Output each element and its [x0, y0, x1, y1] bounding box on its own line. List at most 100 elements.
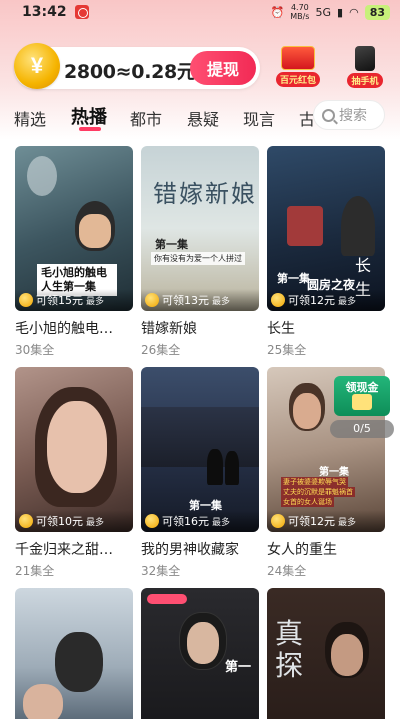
active-tab-indicator: [79, 127, 101, 131]
phone-icon: [355, 46, 375, 71]
drama-poster: 错嫁新娘 第一集 你有没有为爱一个人拼过 可领13元 最多: [141, 146, 259, 311]
coin-icon: ¥: [14, 43, 60, 89]
search-input[interactable]: 搜索: [313, 100, 385, 130]
reward-text: 可领15元: [36, 294, 83, 307]
reward-text: 可领16元: [162, 515, 209, 528]
poster-title-art: 真探: [275, 617, 304, 682]
episode-count: 24集全: [267, 564, 307, 578]
poster-face: [331, 634, 363, 676]
poster-caption: 第一集: [277, 272, 310, 285]
alarm-icon: ⏰: [270, 5, 285, 19]
poster-caption-line: 丈夫的沉默是罪魁祸首: [281, 487, 355, 497]
tab-xuanyi[interactable]: 悬疑: [187, 106, 219, 130]
poster-face: [79, 214, 111, 248]
redpacket-label: 百元红包: [275, 72, 320, 87]
drama-card[interactable]: [15, 588, 133, 719]
net-speed: 4.70 MB/s: [290, 3, 309, 21]
drama-card[interactable]: 第一: [141, 588, 259, 719]
drama-card[interactable]: 长生 第一集 圆房之夜 可领12元 最多 长生 25集全: [267, 146, 385, 358]
drama-card[interactable]: 真探: [267, 588, 385, 719]
poster-caption: 第一: [225, 660, 252, 675]
poster-face: [23, 684, 63, 719]
poster-figure: [27, 156, 57, 196]
drama-poster: 长生 第一集 圆房之夜 可领12元 最多: [267, 146, 385, 311]
reward-coin-icon: [271, 514, 285, 528]
poster-building: [141, 407, 259, 467]
tab-rebo[interactable]: 热播: [71, 103, 107, 129]
episode-count: 26集全: [141, 343, 181, 357]
cash-reward-widget[interactable]: 领现金: [334, 376, 390, 416]
reward-coin-icon: [19, 293, 33, 307]
withdraw-button[interactable]: 提现: [190, 51, 256, 85]
platform-badge: [147, 594, 187, 604]
drama-title: 错嫁新娘: [141, 321, 197, 337]
reward-bar: 可领10元 最多: [15, 510, 133, 532]
tab-jingxuan[interactable]: 精选: [14, 106, 46, 130]
tab-dushi[interactable]: 都市: [130, 106, 162, 130]
drama-poster: 第一集 可领16元 最多: [141, 367, 259, 532]
reward-suffix: 最多: [86, 517, 105, 528]
poster-face: [293, 393, 321, 429]
episode-count: 25集全: [267, 343, 307, 357]
coin-balance: 2800≈0.28元: [64, 61, 196, 83]
drama-poster: 真探: [267, 588, 385, 719]
phone-lottery-label: 抽手机: [347, 73, 383, 88]
reward-text: 可领10元: [36, 515, 83, 528]
poster-building: [287, 206, 323, 246]
net-speed-unit: MB/s: [290, 12, 310, 21]
signal-icon: ▮: [337, 5, 344, 19]
network-type: 5G: [315, 5, 332, 19]
poster-figure: [207, 449, 223, 485]
episode-count: 30集全: [15, 343, 55, 357]
reward-suffix: 最多: [212, 517, 231, 528]
episode-count: 32集全: [141, 564, 181, 578]
poster-caption: 第一集: [155, 238, 188, 251]
reward-bar: 可领12元 最多: [267, 289, 385, 311]
poster-title-art: 错嫁新娘: [153, 180, 257, 208]
phone-lottery-promo[interactable]: 抽手机: [340, 46, 390, 88]
reward-suffix: 最多: [338, 296, 357, 307]
drama-poster: 毛小旭的触电人生第一集 可领15元 最多: [15, 146, 133, 311]
reward-text: 可领12元: [288, 515, 335, 528]
reward-coin-icon: [19, 514, 33, 528]
search-placeholder: 搜索: [339, 108, 367, 124]
reward-coin-icon: [271, 293, 285, 307]
drama-card[interactable]: 第一集 可领16元 最多 我的男神收藏家 32集全: [141, 367, 259, 579]
reward-text: 可领13元: [162, 294, 209, 307]
drama-card[interactable]: 可领10元 最多 千金归来之甜… 21集全: [15, 367, 133, 579]
poster-caption: 第一集: [319, 467, 349, 478]
poster-face: [47, 401, 107, 493]
redpacket-promo[interactable]: 百元红包: [273, 46, 323, 88]
reward-coin-icon: [145, 514, 159, 528]
poster-caption-line: 女首的女人诞场: [281, 497, 334, 507]
episode-count: 21集全: [15, 564, 55, 578]
reward-bar: 可领13元 最多: [141, 289, 259, 311]
poster-figure: [225, 451, 239, 485]
status-time: 13:42: [22, 4, 67, 20]
tab-xianyan[interactable]: 现言: [243, 106, 275, 130]
drama-title: 毛小旭的触电…: [15, 321, 113, 337]
notification-app-icon: [74, 5, 89, 19]
poster-caption-line: 妻子被婆婆欺辱气哭: [281, 477, 348, 487]
reward-bar: 可领12元 最多: [267, 510, 385, 532]
reward-text: 可领12元: [288, 294, 335, 307]
reward-suffix: 最多: [86, 296, 105, 307]
drama-card[interactable]: 错嫁新娘 第一集 你有没有为爱一个人拼过 可领13元 最多 错嫁新娘 26集全: [141, 146, 259, 358]
tab-gu[interactable]: 古: [299, 106, 313, 130]
reward-suffix: 最多: [212, 296, 231, 307]
reward-suffix: 最多: [338, 517, 357, 528]
reward-bar: 可领16元 最多: [141, 510, 259, 532]
reward-bar: 可领15元 最多: [15, 289, 133, 311]
drama-poster: 可领10元 最多: [15, 367, 133, 532]
poster-face: [187, 622, 219, 664]
poster-figure: [55, 632, 103, 692]
search-icon: [322, 108, 335, 122]
poster-figure: [341, 196, 375, 256]
drama-card[interactable]: 毛小旭的触电人生第一集 可领15元 最多 毛小旭的触电… 30集全: [15, 146, 133, 358]
redpacket-icon: [281, 46, 315, 70]
battery-indicator: 83: [364, 4, 390, 20]
reward-coin-icon: [145, 293, 159, 307]
drama-poster: 第一: [141, 588, 259, 719]
drama-poster: [15, 588, 133, 719]
drama-title: 长生: [267, 321, 295, 337]
